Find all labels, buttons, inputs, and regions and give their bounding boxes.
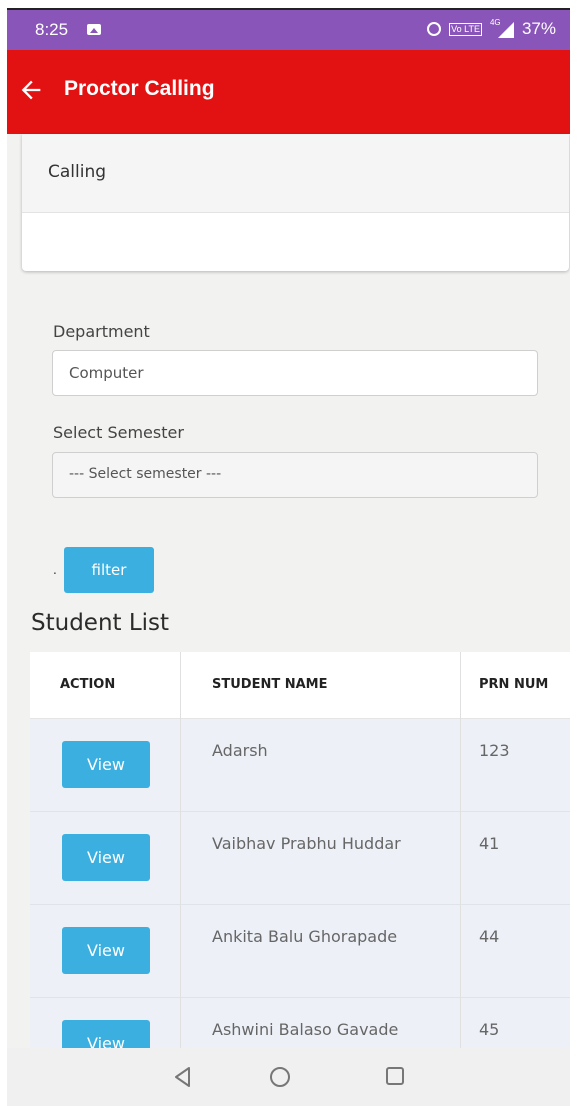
student-prn: 41 bbox=[479, 834, 500, 853]
nav-back-icon[interactable] bbox=[173, 1066, 193, 1088]
department-field[interactable]: Computer bbox=[52, 350, 538, 396]
table-row: View Ashwini Balaso Gavade 45 bbox=[30, 998, 570, 1048]
table-row: View Ankita Balu Ghorapade 44 bbox=[30, 905, 570, 998]
view-button[interactable]: View bbox=[62, 834, 150, 881]
status-bar: 8:25 Vo LTE 4G 37% bbox=[7, 10, 570, 50]
student-name: Ashwini Balaso Gavade bbox=[212, 1020, 399, 1039]
filter-button[interactable]: filter bbox=[64, 547, 154, 593]
student-prn: 44 bbox=[479, 927, 500, 946]
system-nav-bar bbox=[7, 1048, 570, 1106]
calling-card: Calling bbox=[22, 134, 569, 271]
column-header-name: STUDENT NAME bbox=[212, 677, 328, 692]
signal-bars bbox=[497, 22, 514, 38]
student-name: Vaibhav Prabhu Huddar bbox=[212, 834, 401, 853]
phone-screen: 8:25 Vo LTE 4G 37% Proctor Calling Calli… bbox=[7, 8, 570, 1106]
signal-icon: 4G bbox=[490, 18, 514, 38]
table-header: ACTION STUDENT NAME PRN NUM bbox=[30, 652, 570, 719]
column-divider bbox=[460, 652, 461, 1048]
column-header-action: ACTION bbox=[60, 677, 116, 692]
view-button[interactable]: View bbox=[62, 1020, 150, 1048]
card-title: Calling bbox=[48, 162, 107, 182]
view-button[interactable]: View bbox=[62, 927, 150, 974]
back-arrow-icon[interactable] bbox=[17, 76, 45, 104]
status-time: 8:25 bbox=[35, 20, 69, 39]
semester-select[interactable]: --- Select semester --- bbox=[52, 452, 538, 498]
alarm-icon bbox=[427, 22, 442, 36]
status-icons: Vo LTE 4G 37% bbox=[427, 18, 556, 39]
student-name: Adarsh bbox=[212, 741, 268, 760]
column-header-prn: PRN NUM bbox=[479, 677, 549, 692]
column-divider bbox=[180, 652, 181, 1048]
student-list-title: Student List bbox=[31, 610, 170, 636]
nav-home-icon[interactable] bbox=[269, 1066, 291, 1088]
table-row: View Vaibhav Prabhu Huddar 41 bbox=[30, 812, 570, 905]
card-header: Calling bbox=[22, 134, 569, 213]
student-prn: 45 bbox=[479, 1020, 500, 1039]
student-table: ACTION STUDENT NAME PRN NUM View Adarsh … bbox=[30, 652, 570, 1048]
department-label: Department bbox=[53, 322, 150, 341]
student-prn: 123 bbox=[479, 741, 510, 760]
app-bar: Proctor Calling bbox=[7, 50, 570, 134]
view-button[interactable]: View bbox=[62, 741, 150, 788]
semester-label: Select Semester bbox=[53, 423, 184, 442]
page-title: Proctor Calling bbox=[64, 77, 215, 100]
student-name: Ankita Balu Ghorapade bbox=[212, 927, 398, 946]
dot-text: . bbox=[53, 563, 57, 577]
volte-icon: Vo LTE bbox=[449, 22, 482, 36]
image-icon bbox=[87, 24, 101, 35]
nav-recents-icon[interactable] bbox=[385, 1066, 405, 1086]
table-row: View Adarsh 123 bbox=[30, 719, 570, 812]
battery-percent: 37% bbox=[521, 19, 556, 38]
